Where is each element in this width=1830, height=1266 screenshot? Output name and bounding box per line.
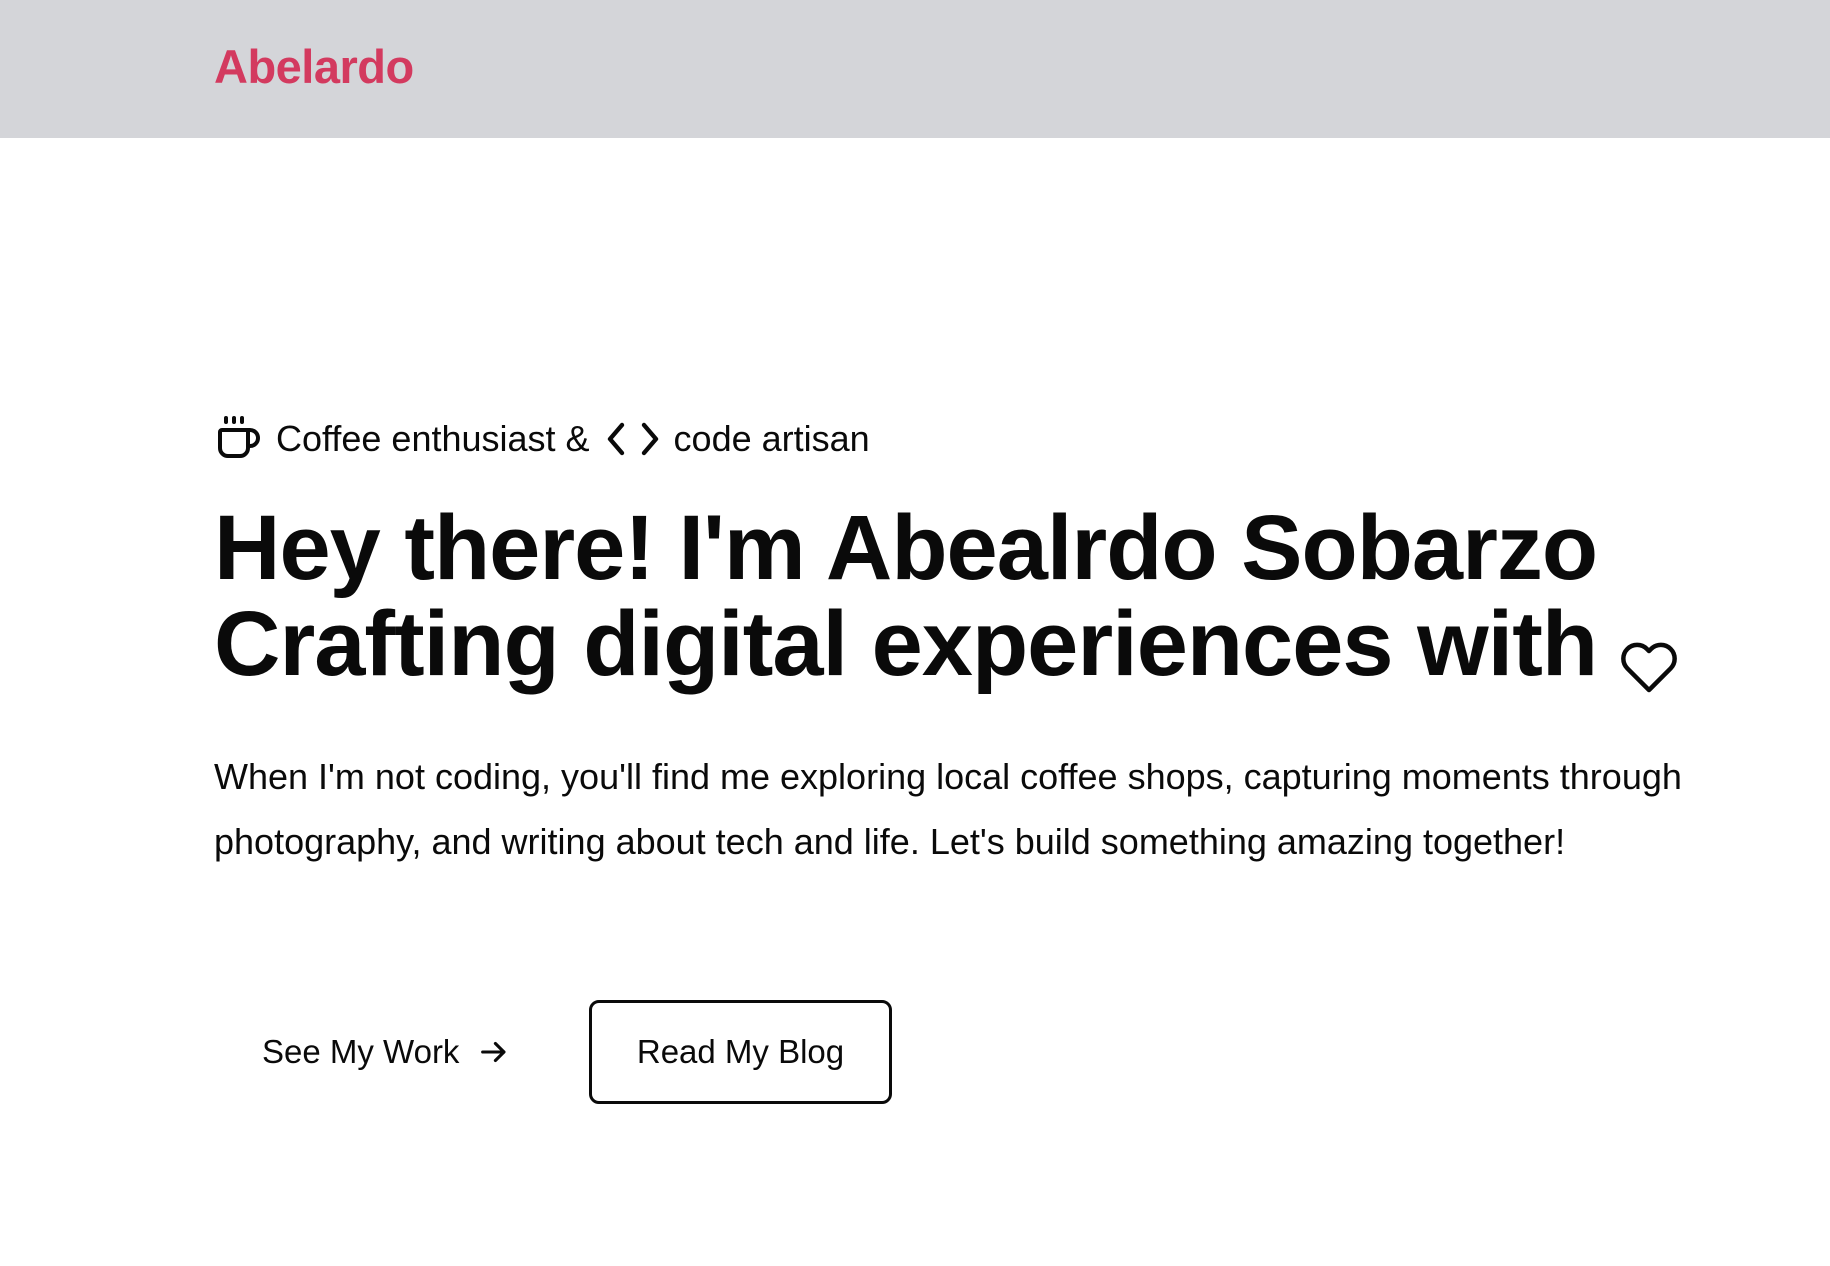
headline-line-crafting: Crafting digital experiences with bbox=[214, 596, 1681, 692]
see-my-work-label: See My Work bbox=[262, 1033, 460, 1070]
read-my-blog-button[interactable]: Read My Blog bbox=[589, 1000, 892, 1104]
site-logo-link[interactable]: Abelardo bbox=[214, 38, 414, 96]
headline-crafting-text: Crafting digital experiences with bbox=[214, 593, 1598, 695]
hero-intro-paragraph: When I'm not coding, you'll find me expl… bbox=[214, 756, 1682, 862]
hero-tagline: Coffee enthusiast & code artisan bbox=[214, 410, 870, 468]
site-header: Abelardo bbox=[0, 0, 1830, 138]
tagline-text-coffee: Coffee enthusiast & bbox=[276, 418, 590, 459]
code-brackets-icon bbox=[590, 419, 674, 459]
arrow-right-icon bbox=[481, 1041, 506, 1063]
see-my-work-button[interactable]: See My Work bbox=[214, 1000, 534, 1104]
headline-line-greeting: Hey there! I'm Abealrdo Sobarzo bbox=[214, 497, 1598, 599]
hero-headline: Hey there! I'm Abealrdo Sobarzo Crafting… bbox=[214, 500, 1681, 692]
tagline-text-code: code artisan bbox=[673, 418, 870, 459]
heart-icon bbox=[1617, 615, 1681, 692]
coffee-cup-icon bbox=[214, 416, 276, 462]
read-my-blog-label: Read My Blog bbox=[636, 1033, 845, 1070]
